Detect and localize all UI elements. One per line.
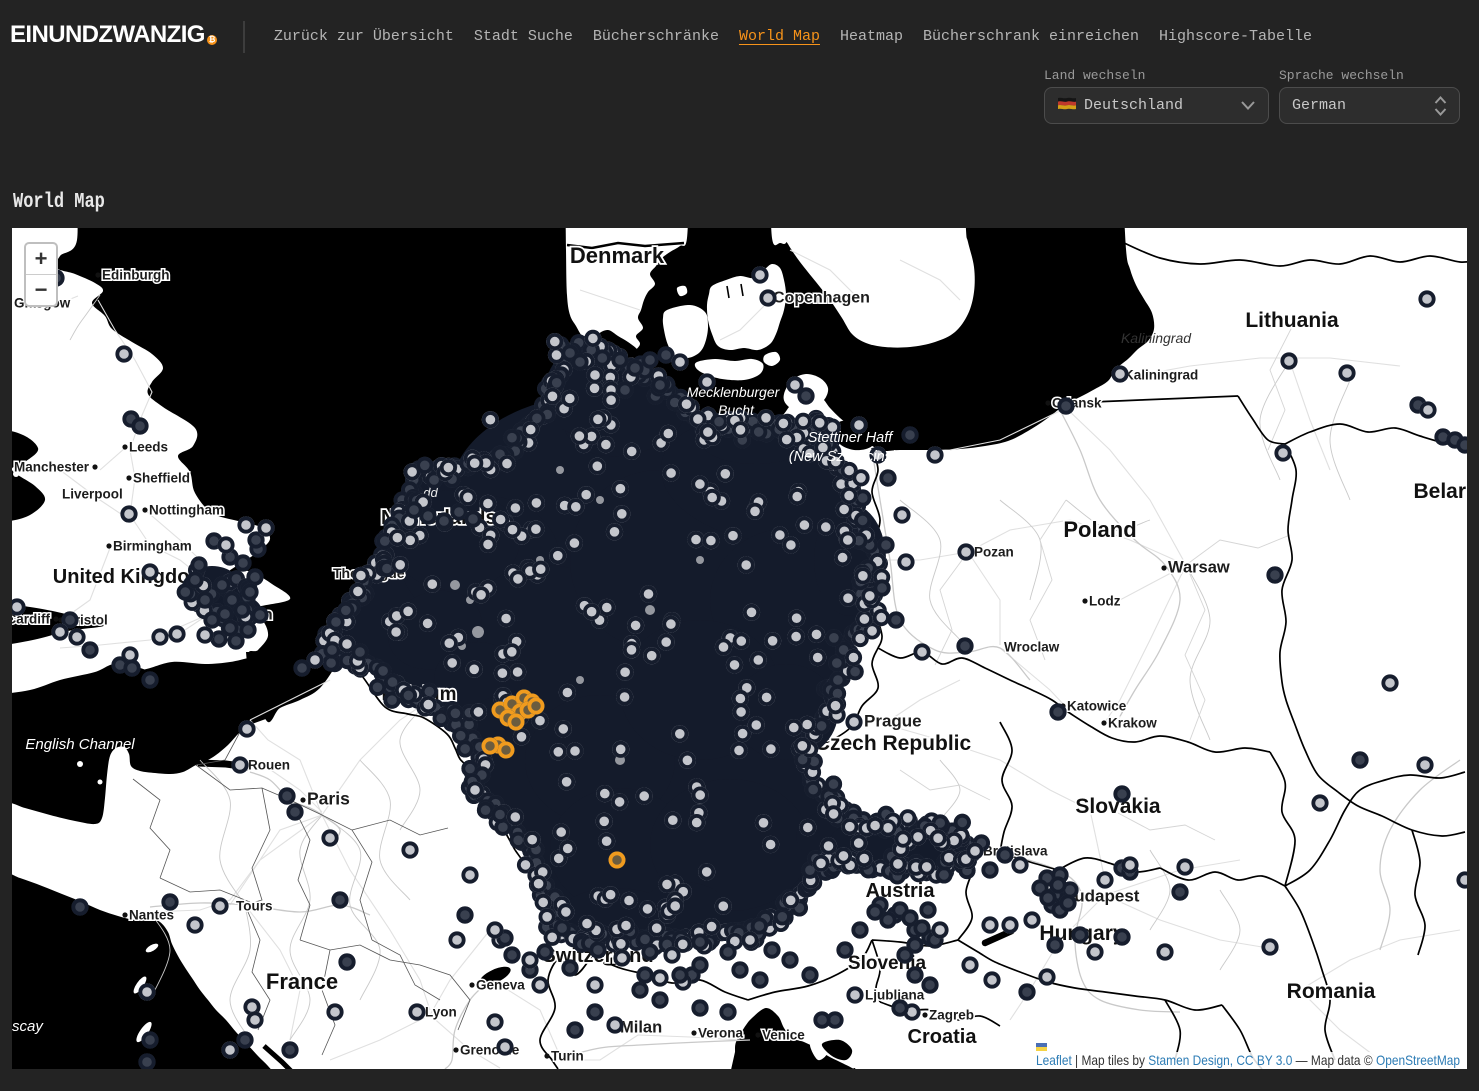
svg-text:Czech Republic: Czech Republic bbox=[815, 732, 972, 755]
svg-text:Turin: Turin bbox=[551, 1049, 584, 1064]
svg-text:Zagreb: Zagreb bbox=[929, 1008, 974, 1023]
svg-text:Paris: Paris bbox=[307, 789, 350, 809]
svg-text:Lyon: Lyon bbox=[425, 1005, 457, 1020]
svg-text:Romania: Romania bbox=[1287, 980, 1376, 1003]
svg-text:Kaliningrad: Kaliningrad bbox=[1121, 330, 1192, 346]
svg-text:Lodz: Lodz bbox=[1089, 594, 1121, 609]
svg-text:Wroclaw: Wroclaw bbox=[1004, 640, 1060, 655]
svg-text:Copenhagen: Copenhagen bbox=[773, 290, 870, 307]
svg-text:Stettiner Haff: Stettiner Haff bbox=[808, 430, 895, 446]
svg-text:Sheffield: Sheffield bbox=[133, 471, 190, 486]
svg-text:Katowice: Katowice bbox=[1067, 699, 1127, 714]
svg-text:Geneva: Geneva bbox=[476, 978, 525, 993]
svg-text:English Channel: English Channel bbox=[25, 736, 135, 753]
svg-text:Manchester: Manchester bbox=[14, 460, 90, 475]
svg-text:Nottingham: Nottingham bbox=[149, 503, 224, 518]
svg-text:Pozan: Pozan bbox=[974, 545, 1014, 560]
svg-text:Leaflet | Map tiles by Stamen: Leaflet | Map tiles by Stamen Design, CC… bbox=[1036, 1053, 1460, 1068]
svg-text:Leeds: Leeds bbox=[129, 440, 168, 455]
svg-text:Kaliningrad: Kaliningrad bbox=[1124, 368, 1198, 383]
svg-text:Liverpool: Liverpool bbox=[62, 487, 123, 502]
svg-text:Edinburgh: Edinburgh bbox=[102, 268, 170, 283]
svg-text:Bratislava: Bratislava bbox=[983, 844, 1048, 859]
svg-text:Tours: Tours bbox=[236, 899, 273, 914]
svg-text:(New Szczecinski): (New Szczecinski) bbox=[789, 449, 907, 465]
svg-text:Prague: Prague bbox=[864, 712, 922, 731]
svg-text:Belarus: Belarus bbox=[1413, 480, 1467, 503]
svg-text:Poland: Poland bbox=[1063, 517, 1136, 542]
svg-text:Lithuania: Lithuania bbox=[1245, 309, 1339, 332]
svg-text:Verona: Verona bbox=[698, 1026, 744, 1041]
svg-text:Croatia: Croatia bbox=[908, 1026, 978, 1048]
svg-text:Venice: Venice bbox=[762, 1028, 805, 1043]
svg-text:Rouen: Rouen bbox=[248, 758, 290, 773]
svg-text:Krakow: Krakow bbox=[1108, 716, 1157, 731]
svg-text:Bucht: Bucht bbox=[718, 402, 755, 418]
svg-text:Mecklenburger: Mecklenburger bbox=[687, 384, 781, 400]
svg-text:France: France bbox=[266, 969, 338, 994]
svg-text:Milan: Milan bbox=[620, 1019, 662, 1037]
svg-text:Denmark: Denmark bbox=[570, 243, 665, 268]
svg-text:Birmingham: Birmingham bbox=[113, 539, 192, 554]
svg-text:scay: scay bbox=[12, 1018, 44, 1035]
svg-text:Warsaw: Warsaw bbox=[1168, 559, 1230, 577]
svg-text:Ljubljana: Ljubljana bbox=[865, 988, 925, 1003]
